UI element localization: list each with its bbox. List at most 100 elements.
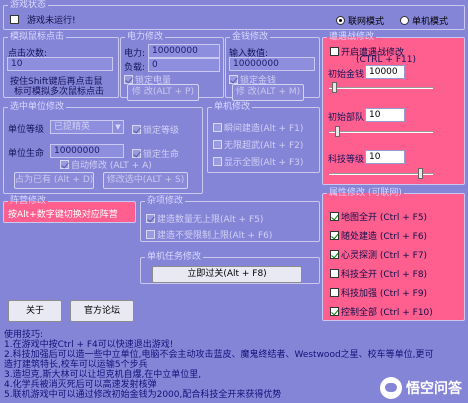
watermark-text: 悟空问答 xyxy=(406,381,462,397)
mouse-click-legend: 模拟鼠标点击 xyxy=(10,32,65,42)
game-status-label: 游戏未运行! xyxy=(27,16,76,26)
about-button[interactable]: 关于 xyxy=(8,300,62,322)
initial-money-input[interactable]: 10000 xyxy=(365,65,405,79)
single-item-box[interactable] xyxy=(213,140,222,149)
attr-build-anywhere[interactable]: 随处建造 (Ctrl + F6) xyxy=(330,229,427,242)
encounter-enable-hotkey: (CTRL + F11) xyxy=(356,55,416,65)
initial-troops-input[interactable]: 10 xyxy=(365,108,405,122)
tips-line: 2.科技加强后可以造一些中立单位,电脑不会主动攻击蓝皮、魔鬼终结者、Westwo… xyxy=(4,350,434,360)
initial-money-slider[interactable] xyxy=(329,82,433,94)
tech-level-label: 科技等级 xyxy=(328,155,365,165)
faction-hint: 按Alt+数字键切换对应阵营 xyxy=(8,210,118,220)
misc-item-box[interactable] xyxy=(146,214,155,223)
lock-level-box[interactable] xyxy=(132,125,141,134)
radio-dot-online[interactable] xyxy=(336,16,345,25)
click-hint-line2: 标可模拟多次鼠标点击 xyxy=(14,87,105,97)
auto-modify-box[interactable] xyxy=(60,160,69,169)
initial-troops-label: 初始部队 xyxy=(328,113,365,123)
encounter-legend: 遭遇战修改 xyxy=(329,32,375,42)
single-item-box[interactable] xyxy=(213,157,222,166)
radio-dot-single[interactable] xyxy=(400,16,409,25)
game-status-box[interactable] xyxy=(10,15,19,24)
faction-legend: 阵营修改 xyxy=(10,196,47,206)
chevron-down-icon[interactable]: ▼ xyxy=(112,121,123,133)
single-legend: 单机修改 xyxy=(214,102,251,112)
attr-box[interactable] xyxy=(330,288,339,297)
misc-item-box[interactable] xyxy=(146,230,155,239)
slider-thumb[interactable] xyxy=(332,82,337,93)
single-item-unlimited-superweapon[interactable]: 无限超武(Alt + F2) xyxy=(213,138,303,151)
slider-thumb[interactable] xyxy=(418,168,423,179)
tips-line: 4.化学兵被消灭死后可以高速发射核弹 xyxy=(4,380,157,390)
mode-single-label: 单机模式 xyxy=(412,17,449,27)
single-item-show-map[interactable]: 显示全图(Alt + F3) xyxy=(213,155,303,168)
single-item-label: 无限超武(Alt + F2) xyxy=(224,141,304,151)
lock-life-box[interactable] xyxy=(132,149,141,158)
single-item-label: 瞬间建造(Alt + F1) xyxy=(224,124,304,134)
money-modify-button[interactable]: 修 改(ALT + M) xyxy=(232,84,304,101)
attr-box[interactable] xyxy=(330,307,339,316)
power-modify-button[interactable]: 修 改(ALT + P) xyxy=(127,84,199,101)
tips-block: 使用技巧: 1.在游戏中按Ctrl + F4可以快速退出游戏! 2.科技加强后可… xyxy=(4,330,434,400)
game-status-checkbox[interactable]: 游戏未运行! xyxy=(10,13,76,26)
power-input[interactable]: 10000000 xyxy=(148,44,220,58)
initial-troops-slider[interactable] xyxy=(329,126,433,138)
attr-control-all[interactable]: 控制全部 (Ctrl + F10) xyxy=(330,305,433,318)
take-ownership-button[interactable]: 占为已有 (Alt + D) xyxy=(14,172,94,189)
slider-track xyxy=(329,87,433,89)
attr-label: 科技全开 (Ctrl + F8) xyxy=(341,270,428,280)
wukong-logo-icon xyxy=(380,377,402,399)
modify-selected-button[interactable]: 修改选中(ALT + S) xyxy=(103,172,188,189)
tech-level-input[interactable]: 10 xyxy=(365,150,405,164)
mission-legend: 单机任务修改 xyxy=(147,252,202,262)
attr-tech-boost[interactable]: 科技加强 (Ctrl + F9) xyxy=(330,286,427,299)
single-item-box[interactable] xyxy=(213,123,222,132)
unit-level-value: 已提精英 xyxy=(54,122,91,132)
money-input[interactable]: 10000000 xyxy=(229,57,315,71)
tips-line: 造打建筑特长,校车可以运输5个步兵 xyxy=(4,360,148,370)
attr-psychic-detect[interactable]: 心灵探测 (Ctrl + F7) xyxy=(330,248,427,261)
tips-line: 3.造坦克,斯大林可以让坦克机自爆,在中立单位里, xyxy=(4,370,202,380)
encounter-enable-box[interactable] xyxy=(330,47,339,56)
misc-legend: 杂项修改 xyxy=(147,196,184,206)
status-legend: 游戏状态 xyxy=(10,0,47,10)
attr-tech-all[interactable]: 科技全开 (Ctrl + F8) xyxy=(330,267,427,280)
load-label: 负载: xyxy=(124,63,146,73)
attr-box[interactable] xyxy=(330,250,339,259)
unit-level-select[interactable]: 已提精英 ▼ xyxy=(50,120,124,134)
attr-label: 心灵探测 (Ctrl + F7) xyxy=(341,251,428,261)
auto-modify-label: 自动修改 (ALT + A) xyxy=(71,161,152,171)
lock-level-label: 锁定等级 xyxy=(143,126,180,136)
mode-online-radio[interactable]: 联网模式 xyxy=(336,14,384,27)
attr-label: 地图全开 (Ctrl + F5) xyxy=(341,213,428,223)
slider-thumb[interactable] xyxy=(335,126,340,137)
attr-box[interactable] xyxy=(330,231,339,240)
misc-item-label: 建造不受限制上限(Alt + F6) xyxy=(157,231,273,241)
auto-modify-checkbox[interactable]: 自动修改 (ALT + A) xyxy=(60,158,152,171)
misc-item-label: 建造数量无上限(Alt + F5) xyxy=(157,215,264,225)
mode-single-radio[interactable]: 单机模式 xyxy=(400,14,448,27)
lock-level-checkbox[interactable]: 锁定等级 xyxy=(132,123,179,136)
single-item-instant-build[interactable]: 瞬间建造(Alt + F1) xyxy=(213,121,303,134)
load-input[interactable]: 0 xyxy=(148,58,220,72)
unit-legend: 选中单位修改 xyxy=(10,102,65,112)
attr-box[interactable] xyxy=(330,212,339,221)
attr-map-reveal[interactable]: 地图全开 (Ctrl + F5) xyxy=(330,210,427,223)
click-count-input[interactable]: 10 xyxy=(7,57,113,71)
mode-online-label: 联网模式 xyxy=(348,17,385,27)
attr-box[interactable] xyxy=(330,269,339,278)
tech-level-slider[interactable] xyxy=(329,168,433,180)
forum-button[interactable]: 官方论坛 xyxy=(70,300,134,322)
single-item-label: 显示全图(Alt + F3) xyxy=(224,158,304,168)
unit-life-input[interactable]: 10000000 xyxy=(50,144,124,158)
money-lock-box[interactable] xyxy=(229,75,238,84)
attr-label: 控制全部 (Ctrl + F10) xyxy=(341,308,433,318)
attr-label: 随处建造 (Ctrl + F6) xyxy=(341,232,428,242)
tips-line: 1.在游戏中按Ctrl + F4可以快速退出游戏! xyxy=(4,340,174,350)
attr-label: 科技加强 (Ctrl + F9) xyxy=(341,289,428,299)
misc-item-build-count[interactable]: 建造数量无上限(Alt + F5) xyxy=(146,212,263,225)
power-lock-box[interactable] xyxy=(124,75,133,84)
instant-clear-button[interactable]: 立即过关(Alt + F8) xyxy=(152,266,302,283)
misc-item-build-limit[interactable]: 建造不受限制上限(Alt + F6) xyxy=(146,228,272,241)
initial-money-label: 初始金钱 xyxy=(328,70,365,80)
